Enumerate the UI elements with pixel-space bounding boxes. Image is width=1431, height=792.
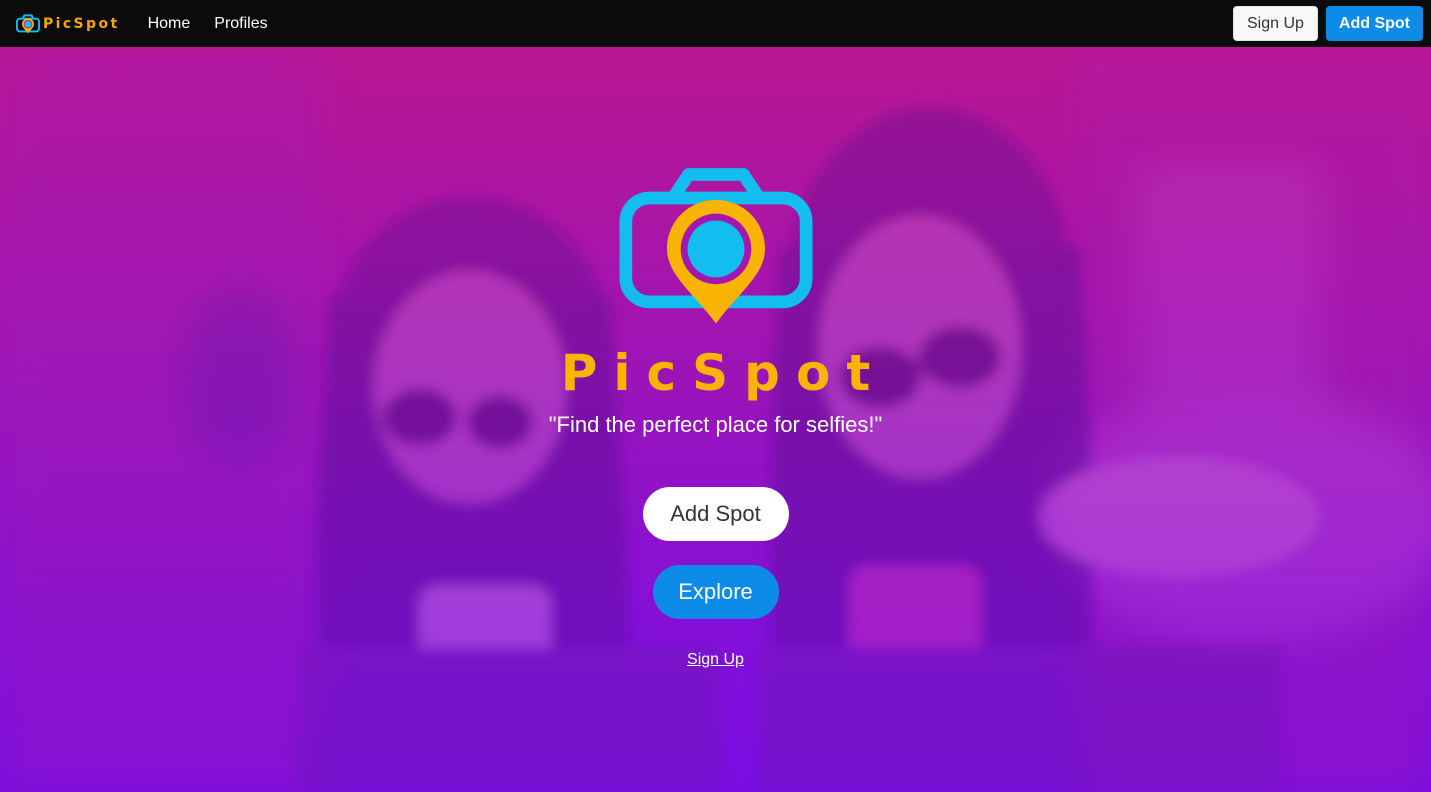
nav-signup-button[interactable]: Sign Up — [1232, 6, 1318, 41]
nav-add-spot-button[interactable]: Add Spot — [1325, 6, 1423, 41]
hero-title: PicSpot — [560, 344, 887, 402]
hero-section: PicSpot "Find the perfect place for self… — [0, 47, 1431, 792]
camera-location-pin-icon — [618, 168, 813, 324]
hero-content: PicSpot "Find the perfect place for self… — [0, 47, 1431, 792]
nav-link-home[interactable]: Home — [148, 15, 191, 33]
hero-add-spot-button[interactable]: Add Spot — [642, 487, 789, 541]
hero-tagline: "Find the perfect place for selfies!" — [548, 412, 883, 437]
nav-links: Home Profiles — [148, 15, 268, 33]
brand-name: PicSpot — [43, 15, 120, 32]
brand-logo-link[interactable]: PicSpot — [16, 12, 120, 36]
brand-camera-pin-icon — [16, 13, 40, 33]
nav-actions: Sign Up Add Spot — [1232, 6, 1423, 41]
hero-signup-link[interactable]: Sign Up — [687, 651, 744, 669]
top-navbar: PicSpot Home Profiles Sign Up Add Spot — [0, 0, 1431, 47]
hero-explore-button[interactable]: Explore — [652, 565, 779, 619]
nav-link-profiles[interactable]: Profiles — [214, 15, 267, 33]
